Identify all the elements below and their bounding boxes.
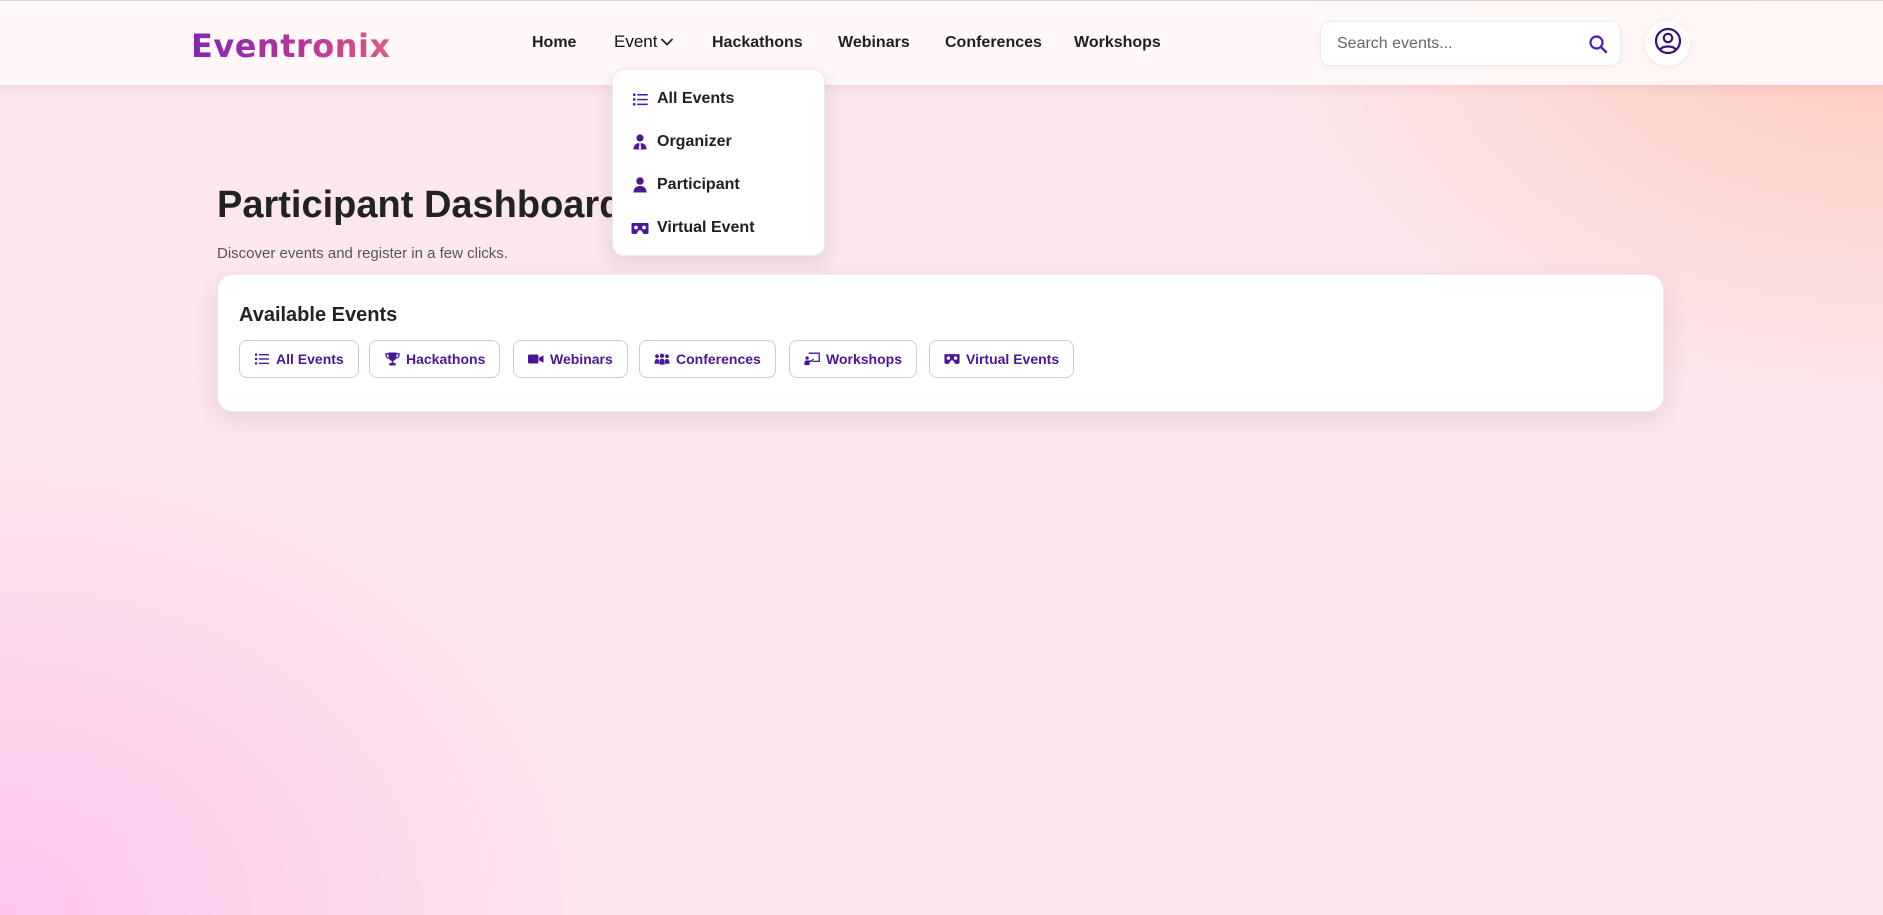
search-input[interactable] — [1337, 32, 1577, 56]
filter-label: Virtual Events — [966, 351, 1060, 367]
dropdown-item-virtual-event[interactable]: Virtual Event — [631, 216, 755, 240]
filter-label: Webinars — [550, 351, 613, 367]
dropdown-item-organizer[interactable]: Organizer — [631, 130, 732, 154]
dropdown-item-label: Virtual Event — [657, 219, 755, 236]
filter-conferences[interactable]: Conferences — [639, 340, 776, 378]
filter-hackathons[interactable]: Hackathons — [369, 340, 501, 378]
nav-event-label: Event — [614, 32, 658, 51]
nav-conferences[interactable]: Conferences — [945, 32, 1042, 54]
nav-hackathons[interactable]: Hackathons — [712, 32, 803, 54]
trophy-icon — [384, 351, 400, 367]
dropdown-item-participant[interactable]: Participant — [631, 173, 740, 197]
filter-all-events[interactable]: All Events — [239, 340, 359, 378]
page-subtitle: Discover events and register in a few cl… — [217, 245, 508, 262]
chalkboard-user-icon — [804, 351, 820, 367]
filter-label: Workshops — [826, 351, 902, 367]
user-circle-icon — [1654, 27, 1682, 60]
available-events-card: Available Events All Events Hackathons W… — [217, 274, 1664, 412]
vr-headset-icon — [944, 351, 960, 367]
filter-label: Hackathons — [406, 351, 486, 367]
available-events-title: Available Events — [239, 304, 398, 326]
filter-label: All Events — [276, 351, 344, 367]
chevron-down-icon — [661, 30, 674, 52]
brand-logo[interactable]: Eventronix — [191, 25, 391, 67]
nav-webinars[interactable]: Webinars — [838, 32, 910, 54]
search-icon[interactable] — [1588, 34, 1608, 59]
nav-event[interactable]: Event — [614, 30, 674, 53]
video-camera-icon — [528, 351, 544, 367]
list-icon — [631, 90, 649, 108]
list-icon — [254, 351, 270, 367]
vr-headset-icon — [631, 219, 649, 237]
top-navbar: Eventronix Home Event Hackathons Webinar… — [0, 0, 1883, 85]
dropdown-item-label: Participant — [657, 176, 740, 193]
page-title: Participant Dashboard — [217, 184, 623, 226]
search-box — [1320, 21, 1621, 66]
filter-webinars[interactable]: Webinars — [513, 340, 628, 378]
filter-label: Conferences — [676, 351, 761, 367]
dropdown-item-label: All Events — [657, 90, 735, 107]
nav-workshops[interactable]: Workshops — [1074, 32, 1161, 54]
user-profile-button[interactable] — [1645, 21, 1690, 66]
filter-virtual-events[interactable]: Virtual Events — [929, 340, 1075, 378]
dropdown-item-label: Organizer — [657, 133, 732, 150]
people-group-icon — [654, 351, 670, 367]
filter-workshops[interactable]: Workshops — [789, 340, 917, 378]
user-tie-icon — [631, 133, 649, 151]
event-dropdown-menu: All Events Organizer Participant Virtual… — [612, 69, 825, 256]
user-icon — [631, 176, 649, 194]
nav-home[interactable]: Home — [532, 32, 576, 54]
dropdown-item-all-events[interactable]: All Events — [631, 87, 734, 111]
